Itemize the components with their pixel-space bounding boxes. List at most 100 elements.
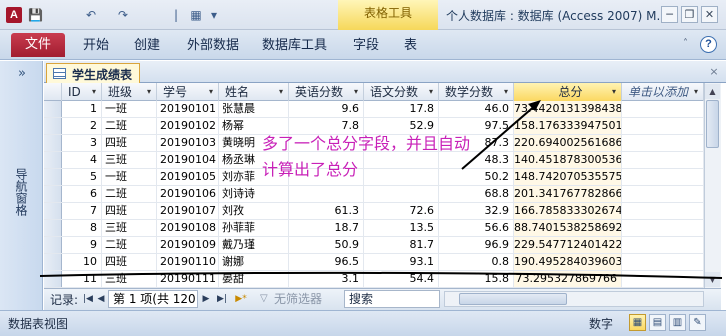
cell-total[interactable]: 166.785833302674 <box>514 203 622 219</box>
cell-student-id[interactable]: 20190109 <box>157 237 219 253</box>
record-selector[interactable] <box>44 186 62 202</box>
pivot-chart-view-button[interactable]: ▥ <box>669 314 686 331</box>
datasheet-view-button[interactable]: ▦ <box>629 314 646 331</box>
cell-math[interactable]: 0.8 <box>439 254 514 270</box>
tab-fields[interactable]: 字段 <box>353 37 379 55</box>
sort-filter-icon[interactable]: ▾ <box>354 83 358 101</box>
cell-student-id[interactable]: 20190103 <box>157 135 219 151</box>
cell-english[interactable]: 9.6 <box>289 101 364 117</box>
scroll-down-icon[interactable]: ▼ <box>705 272 720 287</box>
cell-chinese[interactable]: 17.8 <box>364 101 439 117</box>
cell-total[interactable]: 73.295327869766 <box>514 271 622 287</box>
record-counter-input[interactable]: 第 1 项(共 120 项 <box>108 290 198 308</box>
scroll-up-icon[interactable]: ▲ <box>705 84 720 99</box>
cell-empty[interactable] <box>622 220 704 236</box>
sort-filter-icon[interactable]: ▾ <box>429 83 433 101</box>
cell-class[interactable]: 二班 <box>102 237 157 253</box>
cell-empty[interactable] <box>622 254 704 270</box>
tab-create[interactable]: 创建 <box>134 37 160 55</box>
nav-pane-label[interactable]: 导航窗格 <box>14 168 30 216</box>
record-selector[interactable] <box>44 220 62 236</box>
tab-database-tools[interactable]: 数据库工具 <box>262 37 327 55</box>
cell-class[interactable]: 三班 <box>102 220 157 236</box>
cell-name[interactable]: 晏甜 <box>219 271 289 287</box>
cell-chinese[interactable]: 81.7 <box>364 237 439 253</box>
column-header-name[interactable]: 姓名 ▾ <box>219 83 289 101</box>
cell-id[interactable]: 11 <box>62 271 102 287</box>
cell-student-id[interactable]: 20190107 <box>157 203 219 219</box>
cell-chinese[interactable] <box>364 186 439 202</box>
cell-math[interactable]: 32.9 <box>439 203 514 219</box>
cell-student-id[interactable]: 20190106 <box>157 186 219 202</box>
cell-id[interactable]: 9 <box>62 237 102 253</box>
cell-empty[interactable] <box>622 135 704 151</box>
cell-total[interactable]: 220.694002561686 <box>514 135 622 151</box>
cell-id[interactable]: 6 <box>62 186 102 202</box>
vertical-scroll-thumb[interactable] <box>706 100 719 148</box>
record-selector[interactable] <box>44 203 62 219</box>
cell-class[interactable]: 一班 <box>102 101 157 117</box>
design-view-button[interactable]: ✎ <box>689 314 706 331</box>
cell-chinese[interactable]: 93.1 <box>364 254 439 270</box>
record-selector[interactable] <box>44 135 62 151</box>
cell-english[interactable]: 18.7 <box>289 220 364 236</box>
column-header-chinese[interactable]: 语文分数 ▾ <box>364 83 439 101</box>
cell-total[interactable]: 73.4420131398438 <box>514 101 622 117</box>
record-selector[interactable] <box>44 271 62 287</box>
cell-math[interactable]: 15.8 <box>439 271 514 287</box>
record-selector[interactable] <box>44 169 62 185</box>
cell-total[interactable]: 88.7401538258692 <box>514 220 622 236</box>
sort-filter-icon[interactable]: ▾ <box>612 83 616 101</box>
search-input[interactable]: 搜索 <box>344 290 440 308</box>
tab-home[interactable]: 开始 <box>83 37 109 55</box>
cell-total[interactable]: 148.742070535575 <box>514 169 622 185</box>
cell-id[interactable]: 5 <box>62 169 102 185</box>
record-selector[interactable] <box>44 254 62 270</box>
cell-chinese[interactable]: 54.4 <box>364 271 439 287</box>
new-record-icon[interactable]: ▶* <box>232 291 250 307</box>
cell-empty[interactable] <box>622 203 704 219</box>
customize-qat-icon[interactable]: ▾ <box>208 8 220 23</box>
cell-english[interactable]: 3.1 <box>289 271 364 287</box>
close-document-icon[interactable]: × <box>707 65 721 79</box>
column-header-total[interactable]: 总分 ▾ <box>514 83 622 101</box>
cell-name[interactable]: 刘孜 <box>219 203 289 219</box>
minimize-ribbon-icon[interactable]: ˄ <box>683 38 695 50</box>
table-row[interactable]: 1 一班 20190101 张慧晨 9.6 17.8 46.0 73.442013139843… <box>44 101 704 118</box>
sort-filter-icon[interactable]: ▾ <box>209 83 213 101</box>
cell-id[interactable]: 10 <box>62 254 102 270</box>
next-record-icon[interactable]: ▶ <box>200 291 212 307</box>
tab-file[interactable]: 文件 <box>11 33 65 57</box>
cell-total[interactable]: 140.451878300536 <box>514 152 622 168</box>
cell-id[interactable]: 7 <box>62 203 102 219</box>
cell-id[interactable]: 2 <box>62 118 102 134</box>
pivot-table-view-button[interactable]: ▤ <box>649 314 666 331</box>
cell-student-id[interactable]: 20190111 <box>157 271 219 287</box>
cell-chinese[interactable]: 72.6 <box>364 203 439 219</box>
cell-class[interactable]: 四班 <box>102 203 157 219</box>
cell-math[interactable]: 46.0 <box>439 101 514 117</box>
cell-empty[interactable] <box>622 237 704 253</box>
cell-empty[interactable] <box>622 118 704 134</box>
sort-filter-icon[interactable]: ▾ <box>279 83 283 101</box>
cell-name[interactable]: 孙菲菲 <box>219 220 289 236</box>
record-selector[interactable] <box>44 101 62 117</box>
no-filter-button[interactable]: 无筛选器 <box>258 290 340 308</box>
cell-id[interactable]: 3 <box>62 135 102 151</box>
redo-icon[interactable]: ↷ <box>116 8 130 23</box>
access-app-icon[interactable]: A <box>6 7 22 23</box>
cell-id[interactable]: 1 <box>62 101 102 117</box>
cell-id[interactable]: 4 <box>62 152 102 168</box>
cell-name[interactable]: 刘诗诗 <box>219 186 289 202</box>
table-row[interactable]: 7 四班 20190107 刘孜 61.3 72.6 32.9 166.78583330267… <box>44 203 704 220</box>
cell-total[interactable]: 158.176333947501 <box>514 118 622 134</box>
cell-name[interactable]: 谢娜 <box>219 254 289 270</box>
cell-student-id[interactable]: 20190110 <box>157 254 219 270</box>
select-all-corner[interactable] <box>44 83 62 101</box>
column-header-math[interactable]: 数学分数 ▾ <box>439 83 514 101</box>
cell-class[interactable]: 四班 <box>102 135 157 151</box>
cell-chinese[interactable]: 13.5 <box>364 220 439 236</box>
cell-class[interactable]: 三班 <box>102 271 157 287</box>
sort-filter-icon[interactable]: ▾ <box>504 83 508 101</box>
cell-id[interactable]: 8 <box>62 220 102 236</box>
